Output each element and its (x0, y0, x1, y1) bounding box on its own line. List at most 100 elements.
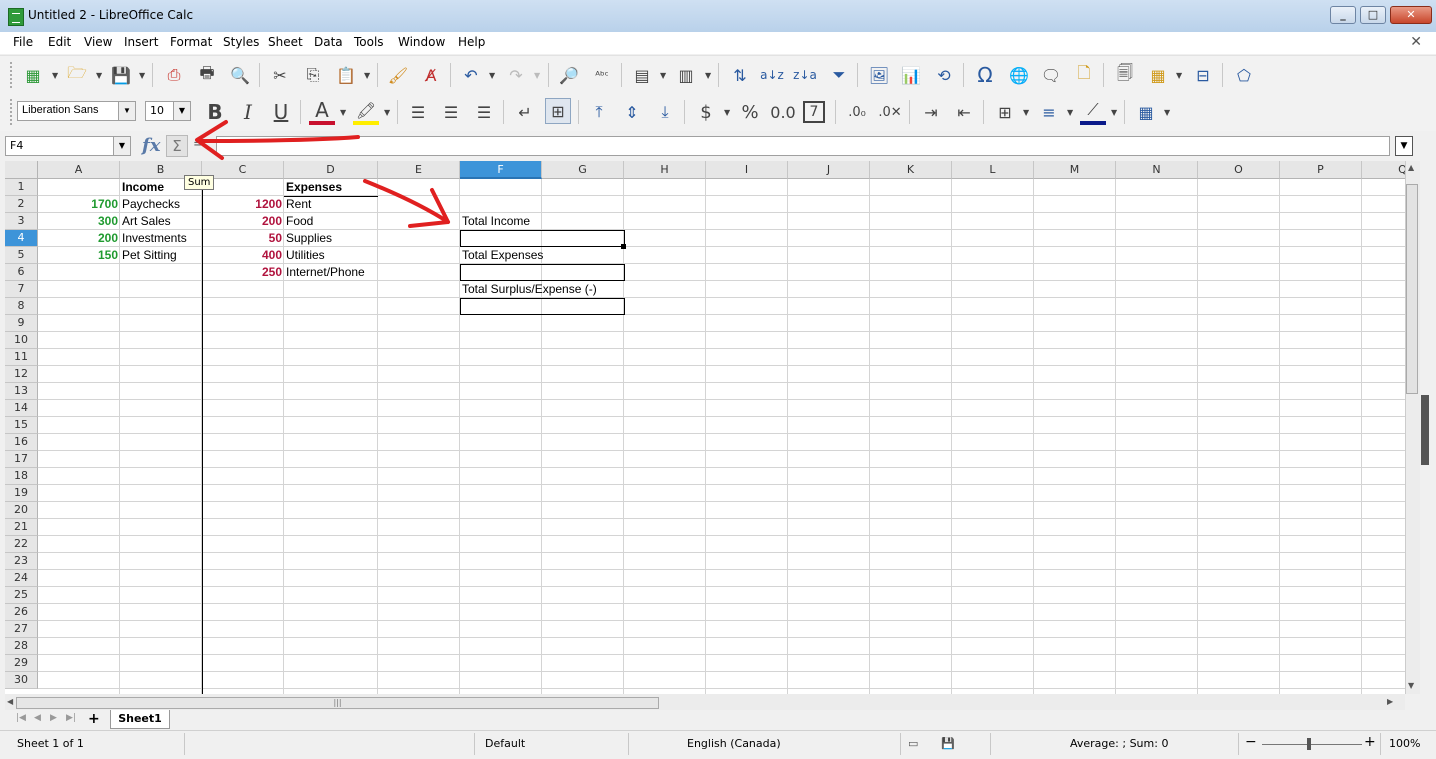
row-header-1[interactable]: 1 (5, 179, 38, 196)
row-header-30[interactable]: 30 (5, 672, 38, 689)
close-document-icon[interactable]: ✕ (1410, 34, 1422, 50)
cell-f7[interactable]: Total Surplus/Expense (-) (460, 281, 630, 298)
save-dropdown-icon[interactable]: ▼ (139, 71, 145, 80)
freeze-dropdown-icon[interactable]: ▼ (1176, 71, 1182, 80)
bold-icon[interactable]: B (202, 99, 228, 125)
underline-icon[interactable]: U (268, 99, 294, 125)
column-header-o[interactable]: O (1198, 161, 1280, 179)
row-header-14[interactable]: 14 (5, 400, 38, 417)
expand-formula-icon[interactable]: ▼ (1395, 136, 1413, 156)
row-header-15[interactable]: 15 (5, 417, 38, 434)
clone-formatting-icon[interactable]: 🖌 (385, 62, 411, 88)
row-header-20[interactable]: 20 (5, 502, 38, 519)
cell-a2[interactable]: 1700 (38, 196, 120, 213)
cut-icon[interactable]: ✂ (267, 62, 293, 88)
formula-input[interactable] (216, 136, 1390, 156)
function-wizard-icon[interactable]: fx (142, 135, 160, 156)
align-top-icon[interactable]: ⤒ (586, 99, 612, 125)
insert-chart-icon[interactable]: 📊 (898, 62, 924, 88)
merge-center-icon[interactable]: ⊞ (545, 98, 571, 124)
insert-image-icon[interactable]: 🖼 (866, 62, 892, 88)
first-sheet-icon[interactable]: |◀ (16, 713, 26, 723)
print-icon[interactable]: 🖶 (194, 62, 220, 88)
maximize-button[interactable]: □ (1360, 6, 1386, 24)
row-header-26[interactable]: 26 (5, 604, 38, 621)
scroll-up-icon[interactable]: ▲ (1408, 163, 1414, 172)
align-center-icon[interactable]: ☰ (438, 99, 464, 125)
name-box-dropdown-icon[interactable]: ▼ (113, 137, 130, 155)
font-name-dropdown-icon[interactable]: ▼ (118, 102, 135, 120)
menu-window[interactable]: Window (398, 35, 445, 49)
cell-f5[interactable]: Total Expenses (460, 247, 625, 264)
column-header-p[interactable]: P (1280, 161, 1362, 179)
menu-insert[interactable]: Insert (124, 35, 158, 49)
center-vertically-icon[interactable]: ⇕ (619, 99, 645, 125)
comment-icon[interactable]: 🗨 (1038, 62, 1064, 88)
highlight-dropdown-icon[interactable]: ▼ (384, 108, 390, 117)
scroll-right-icon[interactable]: ▶ (1387, 697, 1393, 706)
find-replace-icon[interactable]: 🔎 (556, 62, 582, 88)
sum-icon[interactable]: Σ (166, 135, 188, 157)
autofilter-icon[interactable]: ⏷ (826, 62, 852, 88)
delete-decimal-icon[interactable]: .0✕ (877, 99, 903, 125)
sort-icon[interactable]: ⇅ (727, 62, 753, 88)
cell-c5[interactable]: 400 (202, 247, 284, 264)
column-header-i[interactable]: I (706, 161, 788, 179)
row-header-5[interactable]: 5 (5, 247, 38, 264)
minimize-button[interactable]: _ (1330, 6, 1356, 24)
border-color-icon[interactable]: ⟋ (1080, 99, 1106, 125)
cell-d4[interactable]: Supplies (284, 230, 378, 247)
cell-c3[interactable]: 200 (202, 213, 284, 230)
menu-file[interactable]: File (13, 35, 33, 49)
redo-dropdown-icon[interactable]: ▼ (534, 71, 540, 80)
cell-f3[interactable]: Total Income (460, 213, 625, 230)
add-decimal-icon[interactable]: .0₀ (844, 99, 870, 125)
column-header-d[interactable]: D (284, 161, 378, 179)
menu-view[interactable]: View (84, 35, 112, 49)
row-header-8[interactable]: 8 (5, 298, 38, 315)
menu-styles[interactable]: Styles (223, 35, 259, 49)
hyperlink-icon[interactable]: 🌐 (1006, 62, 1032, 88)
select-all-corner[interactable] (5, 161, 38, 179)
undo-icon[interactable]: ↶ (458, 62, 484, 88)
menu-edit[interactable]: Edit (48, 35, 71, 49)
conditional-dropdown-icon[interactable]: ▼ (1164, 108, 1170, 117)
border-style-icon[interactable]: ≡ (1036, 99, 1062, 125)
column-icon[interactable]: ▥ (673, 62, 699, 88)
number-format-icon[interactable]: 0.0 (770, 99, 796, 125)
row-header-17[interactable]: 17 (5, 451, 38, 468)
font-name-box[interactable]: Liberation Sans ▼ (17, 101, 136, 121)
cell-b5[interactable]: Pet Sitting (120, 247, 202, 264)
row-header-12[interactable]: 12 (5, 366, 38, 383)
row-dropdown-icon[interactable]: ▼ (660, 71, 666, 80)
font-size-dropdown-icon[interactable]: ▼ (173, 102, 190, 120)
new-dropdown-icon[interactable]: ▼ (52, 71, 58, 80)
column-header-h[interactable]: H (624, 161, 706, 179)
split-window-icon[interactable]: ⊟ (1190, 62, 1216, 88)
align-bottom-icon[interactable]: ⤓ (652, 99, 678, 125)
currency-format-icon[interactable]: $ (693, 99, 719, 125)
formula-icon[interactable]: = (193, 137, 204, 152)
cell-f6-box[interactable] (460, 264, 625, 281)
cell-f8-box[interactable] (460, 298, 625, 315)
column-header-n[interactable]: N (1116, 161, 1198, 179)
zoom-out-icon[interactable]: − (1245, 734, 1257, 750)
row-header-25[interactable]: 25 (5, 587, 38, 604)
sidebar-toggle-handle[interactable] (1421, 395, 1429, 465)
paste-icon[interactable]: 📋 (333, 62, 359, 88)
font-color-icon[interactable]: A (309, 98, 335, 125)
previous-sheet-icon[interactable]: ◀ (34, 713, 41, 723)
show-draw-functions-icon[interactable]: ⬠ (1231, 62, 1257, 88)
menu-sheet[interactable]: Sheet (268, 35, 303, 49)
row-header-29[interactable]: 29 (5, 655, 38, 672)
column-header-m[interactable]: M (1034, 161, 1116, 179)
cell-f4-selected[interactable] (460, 230, 625, 247)
row-header-18[interactable]: 18 (5, 468, 38, 485)
cell-c2[interactable]: 1200 (202, 196, 284, 213)
currency-dropdown-icon[interactable]: ▼ (724, 108, 730, 117)
cell-a5[interactable]: 150 (38, 247, 120, 264)
font-size-box[interactable]: 10 ▼ (145, 101, 191, 121)
define-print-area-icon[interactable]: 🗐 (1112, 62, 1138, 88)
highlight-color-icon[interactable]: 🖍 (353, 99, 379, 125)
new-spreadsheet-icon[interactable]: ▦ (20, 62, 46, 88)
